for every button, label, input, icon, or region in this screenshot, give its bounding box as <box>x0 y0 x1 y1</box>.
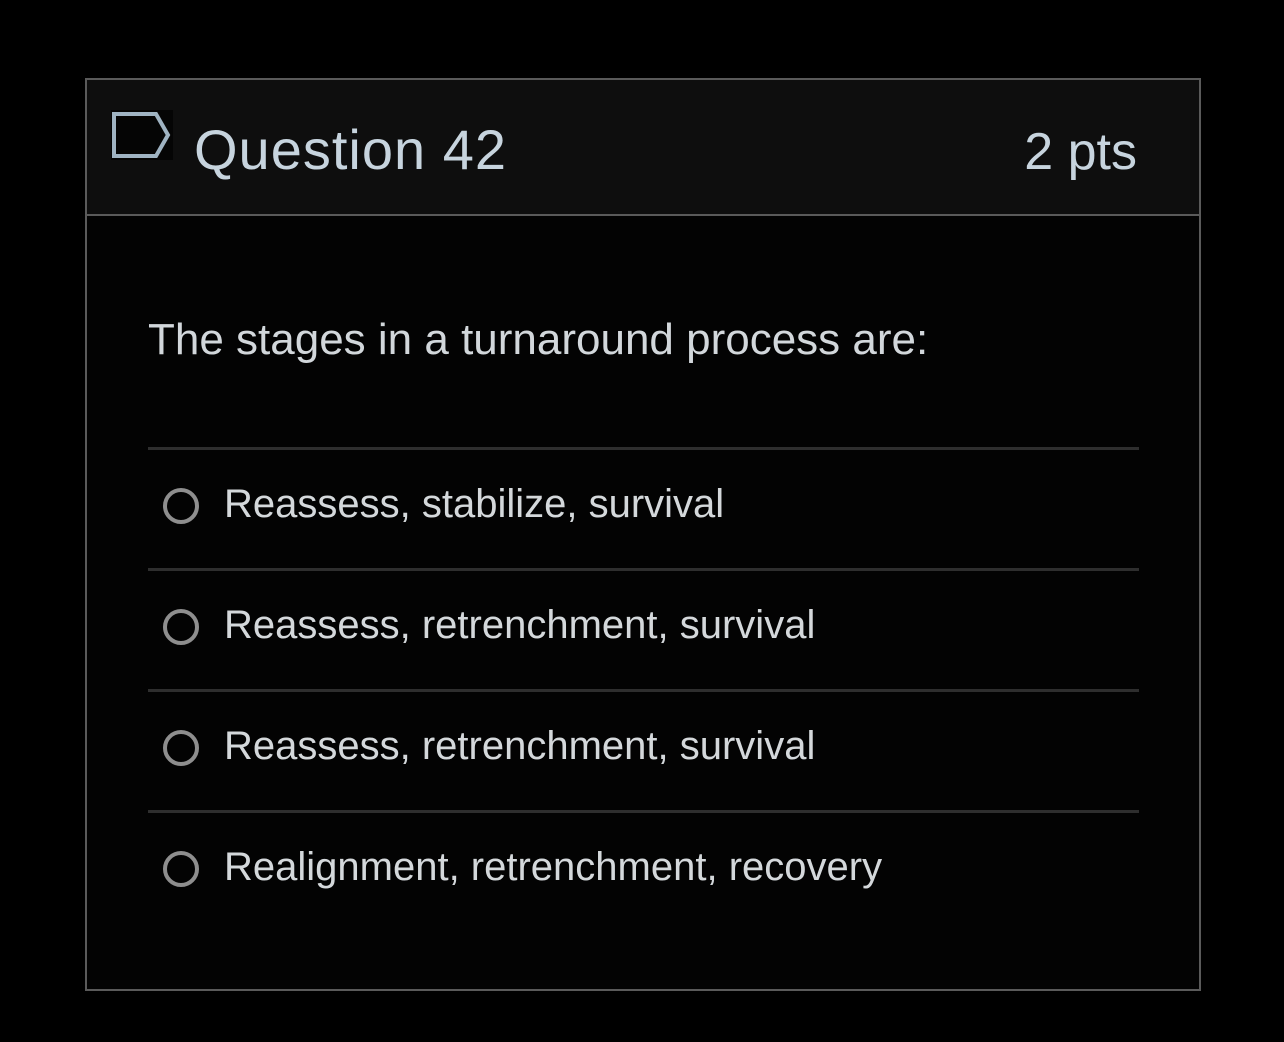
answer-option[interactable]: Reassess, retrenchment, survival <box>148 568 1139 689</box>
question-card: Question 42 2 pts The stages in a turnar… <box>85 78 1201 991</box>
radio-button[interactable] <box>163 730 199 766</box>
answer-option[interactable]: Realignment, retrenchment, recovery <box>148 810 1139 931</box>
answer-label[interactable]: Reassess, retrenchment, survival <box>224 599 815 651</box>
answers-list: Reassess, stabilize, survival Reassess, … <box>148 447 1139 931</box>
question-title: Question 42 <box>194 118 507 181</box>
radio-button[interactable] <box>163 609 199 645</box>
question-text: The stages in a turnaround process are: <box>148 315 929 364</box>
question-points: 2 pts <box>1024 123 1137 181</box>
radio-button[interactable] <box>163 851 199 887</box>
answer-label[interactable]: Reassess, retrenchment, survival <box>224 720 815 772</box>
question-header: Question 42 2 pts <box>87 80 1199 216</box>
radio-button[interactable] <box>163 488 199 524</box>
flag-outline-icon[interactable] <box>111 110 173 160</box>
answer-option[interactable]: Reassess, stabilize, survival <box>148 447 1139 568</box>
answer-option[interactable]: Reassess, retrenchment, survival <box>148 689 1139 810</box>
answer-label[interactable]: Reassess, stabilize, survival <box>224 478 724 530</box>
answer-label[interactable]: Realignment, retrenchment, recovery <box>224 841 882 893</box>
